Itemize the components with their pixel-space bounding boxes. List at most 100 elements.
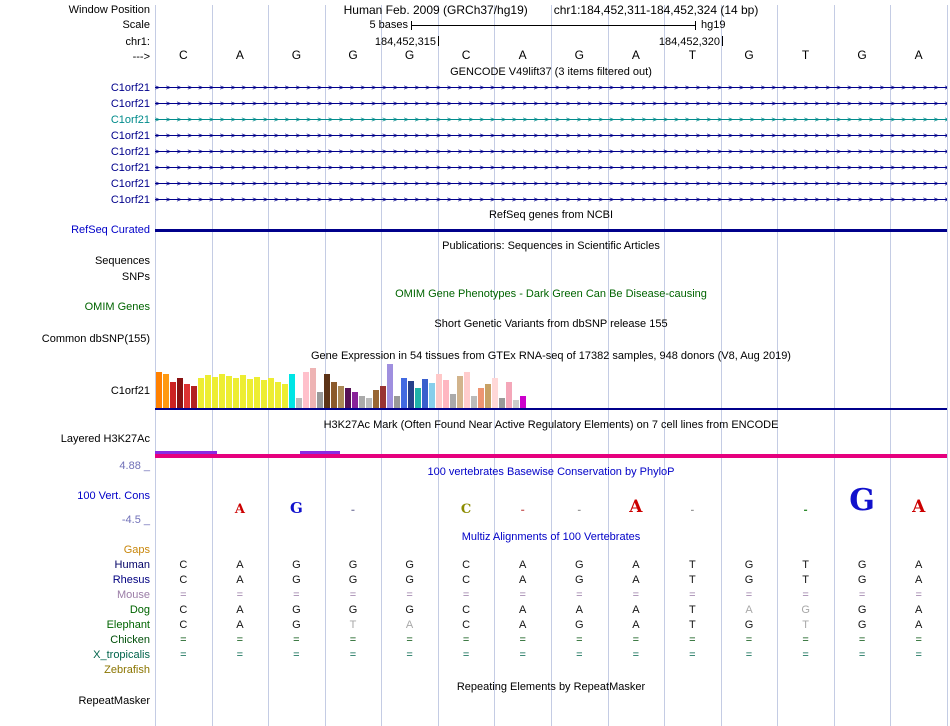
multiz-species-label[interactable]: Elephant bbox=[0, 619, 150, 632]
multiz-species-label[interactable]: Rhesus bbox=[0, 574, 150, 587]
multiz-base: G bbox=[857, 574, 867, 586]
conservation-glyph: G bbox=[289, 499, 303, 517]
gtex-bar bbox=[499, 398, 505, 408]
h3k27ac-title[interactable]: H3K27Ac Mark (Often Found Near Active Re… bbox=[155, 419, 947, 432]
sequence-base: G bbox=[857, 48, 867, 62]
multiz-species-label[interactable]: Mouse bbox=[0, 589, 150, 602]
gencode-transcript-line[interactable]: >>>>>>>>>>>>>>>>>>>>>>>>>>>>>>>>>>>>>>>>… bbox=[155, 128, 947, 144]
conservation-glyph: - bbox=[520, 505, 525, 516]
conservation-min-label: -4.5 _ bbox=[121, 514, 150, 526]
gtex-bar bbox=[464, 372, 470, 408]
multiz-base: = bbox=[406, 649, 413, 661]
gtex-baseline bbox=[155, 408, 947, 410]
multiz-base: C bbox=[179, 574, 188, 586]
refseq-curated-label[interactable]: RefSeq Curated bbox=[0, 224, 150, 237]
multiz-base: = bbox=[915, 589, 922, 601]
gencode-transcript-label[interactable]: C1orf21 bbox=[0, 162, 150, 175]
gencode-transcript-line[interactable]: >>>>>>>>>>>>>>>>>>>>>>>>>>>>>>>>>>>>>>>>… bbox=[155, 112, 947, 128]
gencode-transcript-label[interactable]: C1orf21 bbox=[0, 114, 150, 127]
dbsnp-label[interactable]: Common dbSNP(155) bbox=[0, 333, 150, 346]
gencode-transcript-line[interactable]: >>>>>>>>>>>>>>>>>>>>>>>>>>>>>>>>>>>>>>>>… bbox=[155, 192, 947, 208]
gencode-transcript-label[interactable]: C1orf21 bbox=[0, 98, 150, 111]
gtex-bar bbox=[317, 392, 323, 408]
multiz-base: = bbox=[462, 649, 470, 661]
multiz-base: A bbox=[519, 619, 527, 631]
repeatmasker-title[interactable]: Repeating Elements by RepeatMasker bbox=[155, 681, 947, 694]
multiz-base: A bbox=[915, 559, 923, 571]
gencode-transcript-line[interactable]: >>>>>>>>>>>>>>>>>>>>>>>>>>>>>>>>>>>>>>>>… bbox=[155, 80, 947, 96]
refseq-curated-item[interactable] bbox=[155, 229, 947, 232]
multiz-base: = bbox=[406, 589, 413, 601]
gtex-bar bbox=[198, 378, 204, 408]
multiz-base: = bbox=[632, 589, 640, 601]
conservation-track-label[interactable]: 100 Vert. Cons bbox=[0, 490, 150, 503]
repeatmasker-label[interactable]: RepeatMasker bbox=[0, 695, 150, 708]
gtex-bar bbox=[478, 388, 484, 408]
multiz-base: = bbox=[406, 634, 413, 646]
multiz-base: A bbox=[632, 604, 640, 616]
sequence-base: T bbox=[688, 48, 697, 62]
sequence-base: G bbox=[404, 48, 415, 62]
coordinate-left: 184,452,315 bbox=[374, 36, 436, 48]
gencode-transcript-label[interactable]: C1orf21 bbox=[0, 194, 150, 207]
multiz-base: = bbox=[236, 589, 244, 601]
gencode-transcript-line[interactable]: >>>>>>>>>>>>>>>>>>>>>>>>>>>>>>>>>>>>>>>>… bbox=[155, 160, 947, 176]
multiz-species-label[interactable]: Zebrafish bbox=[0, 664, 150, 677]
h3k27ac-label[interactable]: Layered H3K27Ac bbox=[0, 433, 150, 446]
gtex-bar bbox=[485, 384, 491, 408]
refseq-title[interactable]: RefSeq genes from NCBI bbox=[155, 209, 947, 222]
multiz-species-label[interactable]: Chicken bbox=[0, 634, 150, 647]
gtex-bar bbox=[506, 382, 512, 408]
scale-value: 5 bases bbox=[369, 19, 408, 31]
omim-title[interactable]: OMIM Gene Phenotypes - Dark Green Can Be… bbox=[155, 288, 947, 301]
gtex-title[interactable]: Gene Expression in 54 tissues from GTEx … bbox=[155, 350, 947, 363]
snps-label[interactable]: SNPs bbox=[0, 271, 150, 284]
multiz-species-label[interactable]: Gaps bbox=[0, 544, 150, 557]
strand-arrow: ---> bbox=[132, 51, 150, 63]
sequence-base: G bbox=[291, 48, 302, 62]
gencode-transcript-label[interactable]: C1orf21 bbox=[0, 146, 150, 159]
multiz-base: A bbox=[519, 604, 527, 616]
gencode-transcript-line[interactable]: >>>>>>>>>>>>>>>>>>>>>>>>>>>>>>>>>>>>>>>>… bbox=[155, 96, 947, 112]
gencode-transcript-label[interactable]: C1orf21 bbox=[0, 130, 150, 143]
multiz-title[interactable]: Multiz Alignments of 100 Vertebrates bbox=[155, 531, 947, 544]
multiz-base: A bbox=[405, 619, 414, 631]
multiz-base: = bbox=[915, 649, 922, 661]
sequences-label[interactable]: Sequences bbox=[0, 255, 150, 268]
omim-genes-label[interactable]: OMIM Genes bbox=[0, 301, 150, 314]
h3k27ac-signal[interactable] bbox=[155, 454, 947, 458]
multiz-base: = bbox=[632, 649, 640, 661]
multiz-base: C bbox=[179, 604, 188, 616]
multiz-base: G bbox=[801, 604, 810, 616]
gencode-transcript-line[interactable]: >>>>>>>>>>>>>>>>>>>>>>>>>>>>>>>>>>>>>>>>… bbox=[155, 144, 947, 160]
conservation-glyph: A bbox=[629, 497, 643, 517]
gtex-bar bbox=[408, 381, 414, 408]
dbsnp-title[interactable]: Short Genetic Variants from dbSNP releas… bbox=[155, 318, 947, 331]
sequence-base: C bbox=[178, 48, 188, 62]
multiz-base: G bbox=[744, 574, 754, 586]
multiz-species-label[interactable]: Dog bbox=[0, 604, 150, 617]
sequence-base: A bbox=[631, 48, 640, 62]
gencode-transcript-line[interactable]: >>>>>>>>>>>>>>>>>>>>>>>>>>>>>>>>>>>>>>>>… bbox=[155, 176, 947, 192]
publications-title[interactable]: Publications: Sequences in Scientific Ar… bbox=[155, 240, 947, 253]
gencode-transcript-label[interactable]: C1orf21 bbox=[0, 178, 150, 191]
multiz-species-label[interactable]: Human bbox=[0, 559, 150, 572]
multiz-base: A bbox=[236, 574, 244, 586]
gencode-title[interactable]: GENCODE V49lift37 (3 items filtered out) bbox=[155, 66, 947, 79]
gtex-bar bbox=[212, 377, 218, 408]
gtex-gene-label[interactable]: C1orf21 bbox=[0, 385, 150, 398]
conservation-glyph: - bbox=[577, 506, 582, 516]
multiz-base: = bbox=[576, 649, 583, 661]
multiz-base: C bbox=[179, 619, 188, 631]
conservation-title[interactable]: 100 vertebrates Basewise Conservation by… bbox=[155, 466, 947, 479]
h3k27ac-signal-segment bbox=[300, 451, 340, 454]
multiz-base: = bbox=[462, 634, 470, 646]
multiz-base: G bbox=[292, 619, 301, 631]
gtex-bar bbox=[401, 378, 407, 408]
multiz-base: G bbox=[575, 559, 584, 571]
gtex-bar bbox=[429, 383, 435, 408]
multiz-base: G bbox=[857, 619, 867, 631]
gtex-bar bbox=[380, 386, 386, 408]
gencode-transcript-label[interactable]: C1orf21 bbox=[0, 82, 150, 95]
multiz-species-label[interactable]: X_tropicalis bbox=[0, 649, 150, 662]
